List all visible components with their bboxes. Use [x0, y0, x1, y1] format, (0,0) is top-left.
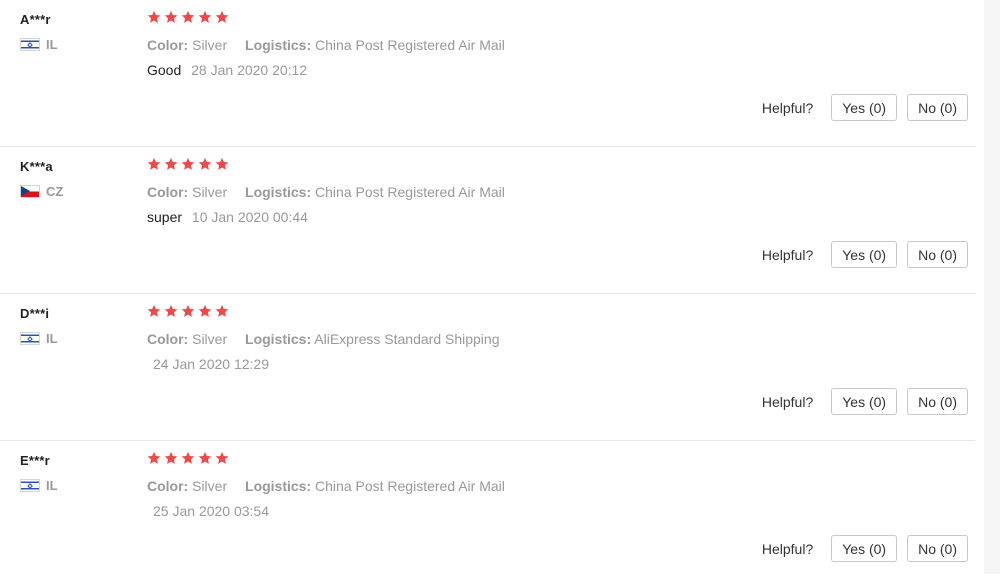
review-text: super	[147, 209, 183, 225]
logistics-value: China Post Registered Air Mail	[315, 37, 505, 53]
review-list: A***r IL Color: Silver Logistics: China …	[0, 0, 975, 588]
review-item: D***i IL Color: Silver Logistics: AliExp…	[0, 294, 975, 441]
czech-flag-icon	[20, 185, 40, 198]
helpful-controls: Helpful? Yes (0) No (0)	[762, 241, 968, 268]
israel-flag-icon	[20, 479, 40, 492]
flag-triangle	[21, 186, 30, 196]
review-attributes: Color: Silver Logistics: China Post Regi…	[147, 184, 519, 200]
star-icon	[164, 304, 178, 318]
helpful-label: Helpful?	[761, 393, 814, 410]
review-item: E***r IL Color: Silver Logistics: China …	[0, 441, 975, 588]
review-content: 24 Jan 2020 12:29	[147, 356, 269, 372]
logistics-value: AliExpress Standard Shipping	[314, 331, 500, 347]
star-rating	[147, 304, 229, 318]
page-scrollbar-track[interactable]	[984, 0, 1000, 574]
logistics-label: Logistics:	[245, 37, 312, 53]
review-attributes: Color: Silver Logistics: China Post Regi…	[147, 37, 519, 53]
star-icon	[181, 157, 195, 171]
star-icon	[198, 304, 212, 318]
logistics-label: Logistics:	[245, 331, 312, 347]
star-of-david-icon	[27, 41, 33, 48]
star-icon	[147, 304, 161, 318]
review-content: Good 28 Jan 2020 20:12	[147, 62, 307, 78]
reviewer-country: IL	[20, 478, 58, 493]
reviewer-country: IL	[20, 37, 58, 52]
helpful-controls: Helpful? Yes (0) No (0)	[762, 94, 968, 121]
star-of-david-icon	[27, 335, 33, 342]
color-label: Color:	[147, 478, 189, 494]
helpful-yes-button[interactable]: Yes (0)	[831, 94, 898, 121]
star-icon	[215, 304, 229, 318]
star-icon	[198, 10, 212, 24]
helpful-label: Helpful?	[761, 246, 814, 263]
color-label: Color:	[147, 37, 189, 53]
review-text: Good	[147, 62, 182, 78]
review-attributes: Color: Silver Logistics: China Post Regi…	[147, 478, 519, 494]
helpful-no-button[interactable]: No (0)	[907, 535, 968, 562]
reviewer-country: CZ	[20, 184, 63, 199]
helpful-controls: Helpful? Yes (0) No (0)	[762, 388, 968, 415]
star-icon	[198, 157, 212, 171]
israel-flag-icon	[20, 38, 40, 51]
star-rating	[147, 10, 229, 24]
color-label: Color:	[147, 184, 189, 200]
star-icon	[147, 157, 161, 171]
logistics-value: China Post Registered Air Mail	[315, 184, 505, 200]
color-value: Silver	[192, 331, 228, 347]
review-date: 28 Jan 2020 20:12	[191, 62, 308, 78]
review-date: 24 Jan 2020 12:29	[153, 356, 269, 372]
color-value: Silver	[192, 184, 228, 200]
review-content: super 10 Jan 2020 00:44	[147, 209, 308, 225]
star-icon	[181, 10, 195, 24]
helpful-no-button[interactable]: No (0)	[907, 94, 968, 121]
review-date: 25 Jan 2020 03:54	[153, 503, 269, 519]
reviewer-country: IL	[20, 331, 58, 346]
country-code: IL	[46, 478, 58, 493]
review-content: 25 Jan 2020 03:54	[147, 503, 269, 519]
helpful-label: Helpful?	[761, 99, 814, 116]
star-icon	[181, 451, 195, 465]
star-icon	[181, 304, 195, 318]
star-icon	[215, 157, 229, 171]
helpful-no-button[interactable]: No (0)	[907, 388, 968, 415]
helpful-label: Helpful?	[761, 540, 814, 557]
logistics-label: Logistics:	[245, 184, 312, 200]
reviewer-name: D***i	[20, 306, 50, 321]
country-code: IL	[46, 37, 58, 52]
star-rating	[147, 451, 229, 465]
logistics-value: China Post Registered Air Mail	[315, 478, 505, 494]
reviewer-name: A***r	[20, 12, 51, 27]
review-attributes: Color: Silver Logistics: AliExpress Stan…	[147, 331, 514, 347]
reviewer-name: E***r	[20, 453, 50, 468]
israel-flag-icon	[20, 332, 40, 345]
star-icon	[215, 451, 229, 465]
review-item: K***a CZ Color: Silver Logistics: China …	[0, 147, 975, 294]
color-label: Color:	[147, 331, 189, 347]
helpful-yes-button[interactable]: Yes (0)	[831, 241, 898, 268]
country-code: CZ	[46, 184, 64, 199]
star-icon	[215, 10, 229, 24]
helpful-yes-button[interactable]: Yes (0)	[831, 535, 898, 562]
star-of-david-icon	[27, 482, 33, 489]
reviewer-name: K***a	[20, 159, 53, 174]
star-icon	[164, 451, 178, 465]
star-icon	[164, 10, 178, 24]
color-value: Silver	[192, 37, 228, 53]
star-rating	[147, 157, 229, 171]
star-icon	[164, 157, 178, 171]
helpful-no-button[interactable]: No (0)	[907, 241, 968, 268]
review-date: 10 Jan 2020 00:44	[191, 209, 308, 225]
helpful-yes-button[interactable]: Yes (0)	[831, 388, 898, 415]
country-code: IL	[46, 331, 58, 346]
review-item: A***r IL Color: Silver Logistics: China …	[0, 0, 975, 147]
color-value: Silver	[192, 478, 228, 494]
helpful-controls: Helpful? Yes (0) No (0)	[762, 535, 968, 562]
star-icon	[198, 451, 212, 465]
star-icon	[147, 10, 161, 24]
logistics-label: Logistics:	[245, 478, 312, 494]
star-icon	[147, 451, 161, 465]
